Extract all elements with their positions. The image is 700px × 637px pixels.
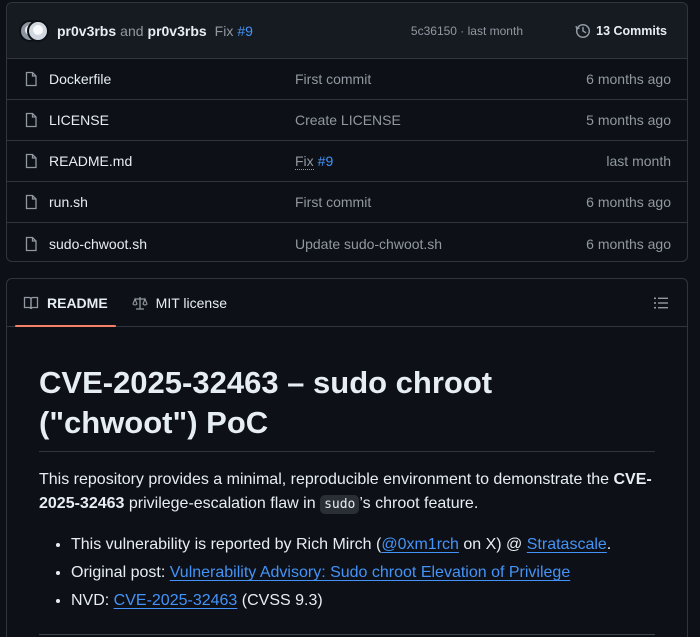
commits-count: 13 Commits <box>596 23 667 38</box>
bullet-text: This vulnerability is reported by Rich M… <box>71 536 382 553</box>
file-list: pr0v3rbs and pr0v3rbs Fix #9 5c36150 · la… <box>6 2 688 262</box>
book-icon <box>23 296 39 309</box>
bullet-text: on X) @ <box>458 536 527 553</box>
tab-readme-label: README <box>47 294 108 311</box>
file-name-link[interactable]: README.md <box>49 153 132 169</box>
file-commit-time: 6 months ago <box>586 235 671 252</box>
commit-issue-link[interactable]: #9 <box>237 23 253 39</box>
commit-message: Fix #9 <box>215 23 253 39</box>
commit-author-link[interactable]: pr0v3rbs <box>57 23 116 39</box>
list-item: Original post: Vulnerability Advisory: S… <box>71 559 655 587</box>
file-row[interactable]: README.md Fix #9 last month <box>7 141 687 182</box>
bullet-text: Original post: <box>71 564 170 581</box>
commit-coauthor-link[interactable]: pr0v3rbs <box>148 23 207 39</box>
author-avatars[interactable] <box>19 19 51 42</box>
law-scale-icon <box>132 296 148 310</box>
file-commit-message: Fix #9 <box>295 153 334 170</box>
file-commit-time: 6 months ago <box>586 71 671 87</box>
outline-button[interactable] <box>653 295 669 314</box>
intro-code: sudo <box>320 495 360 514</box>
readme-panel: README MIT license CVE-2025-32463 – sudo… <box>6 278 688 637</box>
bullet-text: . <box>606 536 612 553</box>
file-commit-time: 6 months ago <box>586 194 671 210</box>
intro-text: This repository provides a minimal, repr… <box>39 471 614 488</box>
twitter-handle-link[interactable]: @0xm1rch <box>381 536 459 553</box>
advisory-link[interactable]: Vulnerability Advisory: Sudo chroot Elev… <box>170 564 571 581</box>
tab-readme[interactable]: README <box>15 279 116 327</box>
file-commit-message-text[interactable]: Fix <box>295 153 314 170</box>
readme-bullets: This vulnerability is reported by Rich M… <box>39 531 655 615</box>
list-item: NVD: CVE-2025-32463 (CVSS 9.3) <box>71 587 655 615</box>
list-item: This vulnerability is reported by Rich M… <box>71 531 655 559</box>
file-icon <box>25 112 37 128</box>
file-row[interactable]: LICENSE Create LICENSE 5 months ago <box>7 100 687 141</box>
commit-hash-time[interactable]: 5c36150 · last month <box>411 24 523 38</box>
file-row[interactable]: run.sh First commit 6 months ago <box>7 182 687 223</box>
file-icon <box>25 153 37 169</box>
file-commit-issue-link[interactable]: #9 <box>318 153 334 169</box>
readme-title: CVE-2025-32463 – sudo chroot ("chwoot") … <box>39 363 655 452</box>
file-name-link[interactable]: LICENSE <box>49 112 109 128</box>
file-name-link[interactable]: run.sh <box>49 194 88 210</box>
file-commit-time: last month <box>606 153 671 169</box>
tab-license-label: MIT license <box>155 294 227 311</box>
readme-intro: This repository provides a minimal, repr… <box>39 468 655 517</box>
file-row[interactable]: Dockerfile First commit 6 months ago <box>7 59 687 100</box>
intro-text: ’s chroot feature. <box>359 495 479 512</box>
file-commit-message[interactable]: First commit <box>295 71 371 87</box>
commit-and-text: and <box>120 22 144 39</box>
intro-text: privilege-escalation flaw in <box>124 495 321 512</box>
commits-history-link[interactable]: 13 Commits <box>575 23 667 39</box>
readme-content: CVE-2025-32463 – sudo chroot ("chwoot") … <box>7 327 687 635</box>
readme-tabs: README MIT license <box>7 279 687 327</box>
file-row[interactable]: sudo-chwoot.sh Update sudo-chwoot.sh 6 m… <box>7 223 687 261</box>
file-icon <box>25 194 37 210</box>
bullet-text: NVD: <box>71 592 114 609</box>
section-divider <box>39 634 655 635</box>
avatar[interactable] <box>27 19 49 42</box>
file-icon <box>25 236 37 251</box>
tab-license[interactable]: MIT license <box>124 279 235 326</box>
file-name-link[interactable]: Dockerfile <box>49 71 111 87</box>
list-unordered-icon <box>654 297 668 309</box>
latest-commit-bar: pr0v3rbs and pr0v3rbs Fix #9 5c36150 · la… <box>7 3 687 59</box>
stratascale-link[interactable]: Stratascale <box>527 536 607 553</box>
commit-message-text[interactable]: Fix <box>215 23 234 39</box>
file-commit-message[interactable]: Create LICENSE <box>295 112 401 128</box>
nvd-cve-link[interactable]: CVE-2025-32463 <box>114 592 238 609</box>
bullet-text: (CVSS 9.3) <box>237 592 323 609</box>
file-name-link[interactable]: sudo-chwoot.sh <box>49 236 147 252</box>
file-commit-message[interactable]: First commit <box>295 194 371 210</box>
file-icon <box>25 71 37 87</box>
file-commit-time: 5 months ago <box>586 112 671 128</box>
history-icon <box>575 23 591 38</box>
file-commit-message[interactable]: Update sudo-chwoot.sh <box>295 236 442 252</box>
